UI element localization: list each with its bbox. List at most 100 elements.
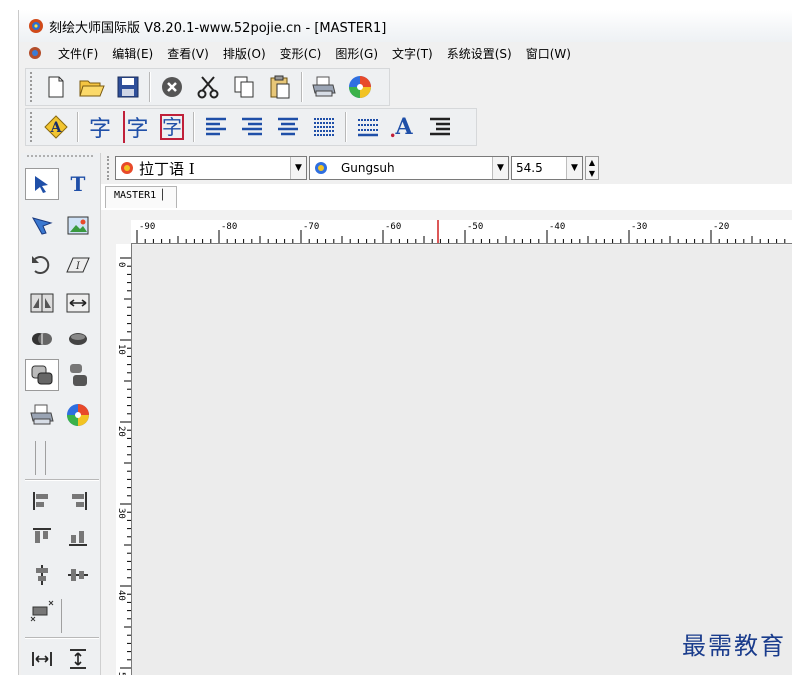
chevron-down-icon[interactable]: ▼ <box>566 157 582 179</box>
toolbar-grip[interactable] <box>30 72 34 102</box>
node-edit-tool[interactable] <box>25 209 59 241</box>
menu-graphics[interactable]: 图形(G) <box>328 45 385 62</box>
image-tool[interactable] <box>61 209 95 241</box>
chevron-down-icon[interactable]: ▼ <box>290 157 306 179</box>
rotate-tool[interactable] <box>25 249 59 281</box>
align-center-button[interactable] <box>270 111 306 143</box>
char-vertical-button[interactable]: 字 <box>118 111 154 143</box>
center-vertical-tool[interactable] <box>25 559 59 591</box>
menu-layout[interactable]: 排版(O) <box>216 45 273 62</box>
save-button[interactable] <box>110 71 146 103</box>
paragraph-button[interactable] <box>422 111 458 143</box>
app-window: 刻绘大师国际版 V8.20.1-www.52pojie.cn - [MASTER… <box>18 10 792 675</box>
align-bottom-tool[interactable] <box>61 521 95 553</box>
char-vertical-icon: 字 <box>123 111 149 143</box>
standard-toolbar <box>25 68 390 106</box>
font-size-stepper[interactable]: ▲ ▼ <box>585 156 599 180</box>
char-horizontal-button[interactable]: 字 <box>82 111 118 143</box>
open-folder-icon <box>79 80 105 97</box>
align-top-tool[interactable] <box>25 521 59 553</box>
toolbox-grip[interactable] <box>27 155 93 157</box>
rotate-icon <box>32 256 50 274</box>
font-face-select[interactable]: Gungsuh ▼ <box>309 156 509 180</box>
menu-view[interactable]: 查看(V) <box>160 45 216 62</box>
align-left-button[interactable] <box>198 111 234 143</box>
drawing-canvas[interactable] <box>132 245 792 675</box>
print-button[interactable] <box>306 71 342 103</box>
svg-text:A: A <box>50 120 63 136</box>
ruler-label: -60 <box>385 222 402 232</box>
toolbox-separator <box>25 479 99 481</box>
stepper-down-icon[interactable]: ▼ <box>589 169 595 178</box>
color-tool[interactable] <box>61 399 95 431</box>
ruler-label: -80 <box>221 222 238 232</box>
close-button[interactable] <box>154 71 190 103</box>
copy-button[interactable] <box>226 71 262 103</box>
font-face-icon <box>315 162 327 174</box>
document-menu-icon[interactable] <box>27 45 43 61</box>
ruler-label: -50 <box>467 222 484 232</box>
combine-tool[interactable] <box>61 323 95 355</box>
toolbar-separator <box>149 72 151 102</box>
ruler-label: 40 <box>116 590 126 601</box>
open-button[interactable] <box>74 71 110 103</box>
center-horizontal-tool[interactable] <box>61 559 95 591</box>
align-objects-bottom-icon <box>69 531 87 546</box>
skew-tool[interactable]: I <box>61 249 95 281</box>
stepper-up-icon[interactable]: ▲ <box>589 158 595 167</box>
node-edit-icon <box>31 217 53 235</box>
text-toolbar: A 字 字 字 • A <box>25 108 477 146</box>
center-horizontal-icon <box>68 569 88 581</box>
font-size-select[interactable]: 54.5 ▼ <box>511 156 583 180</box>
menu-system-settings[interactable]: 系统设置(S) <box>440 45 519 62</box>
align-left-tool[interactable] <box>25 485 59 517</box>
stretch-icon <box>66 293 90 313</box>
font-type-select[interactable]: 拉丁语 I ▼ <box>115 156 307 180</box>
char-box-button[interactable]: 字 <box>154 111 190 143</box>
paste-button[interactable] <box>262 71 298 103</box>
select-tool[interactable] <box>25 168 59 200</box>
same-height-tool[interactable] <box>61 643 95 675</box>
align-justify-icon <box>314 118 334 136</box>
array-tool[interactable] <box>25 595 59 627</box>
same-width-tool[interactable] <box>25 643 59 675</box>
horizontal-ruler[interactable]: -90 -80 -70 -60 -50 -40 -30 -20 <box>131 220 792 244</box>
shape-tool[interactable] <box>25 359 59 391</box>
menu-transform[interactable]: 变形(C) <box>273 45 329 62</box>
color-button[interactable] <box>342 71 378 103</box>
text-tool[interactable]: T <box>61 168 95 200</box>
line-spacing-button[interactable] <box>350 111 386 143</box>
text-effect-button[interactable]: A <box>38 111 74 143</box>
stretch-tool[interactable] <box>61 287 95 319</box>
new-button[interactable] <box>38 71 74 103</box>
toolbox-separator <box>25 637 99 639</box>
align-left-icon <box>206 117 226 136</box>
font-toolbar-grip[interactable] <box>107 156 111 180</box>
layer-tool[interactable] <box>61 359 95 391</box>
combine-shapes-icon <box>69 333 87 345</box>
font-color-button[interactable]: • A <box>386 111 422 143</box>
chevron-down-icon[interactable]: ▼ <box>492 157 508 179</box>
weld-tool[interactable] <box>25 323 59 355</box>
select-arrow-icon <box>35 176 48 193</box>
vertical-ruler[interactable]: 0 10 20 30 40 50 <box>116 244 132 675</box>
cut-button[interactable] <box>190 71 226 103</box>
align-right-button[interactable] <box>234 111 270 143</box>
toolbox-separator <box>45 441 46 475</box>
mirror-tool[interactable] <box>25 287 59 319</box>
align-right-tool[interactable] <box>61 485 95 517</box>
title-bar[interactable]: 刻绘大师国际版 V8.20.1-www.52pojie.cn - [MASTER… <box>19 10 792 42</box>
ruler-label: -70 <box>303 222 320 232</box>
output-tool[interactable] <box>25 399 59 431</box>
align-justify-button[interactable] <box>306 111 342 143</box>
copy-icon <box>234 76 254 98</box>
toolbar-grip[interactable] <box>30 112 34 142</box>
menu-edit[interactable]: 编辑(E) <box>105 45 160 62</box>
vertical-ruler-ticks <box>120 257 131 669</box>
toolbar-separator <box>193 112 195 142</box>
menu-window[interactable]: 窗口(W) <box>519 45 578 62</box>
menu-text[interactable]: 文字(T) <box>385 45 440 62</box>
menu-file[interactable]: 文件(F) <box>51 45 105 62</box>
document-tab-master1[interactable]: MASTER1 ▏ <box>105 186 178 208</box>
layer-stack-icon <box>70 364 87 386</box>
